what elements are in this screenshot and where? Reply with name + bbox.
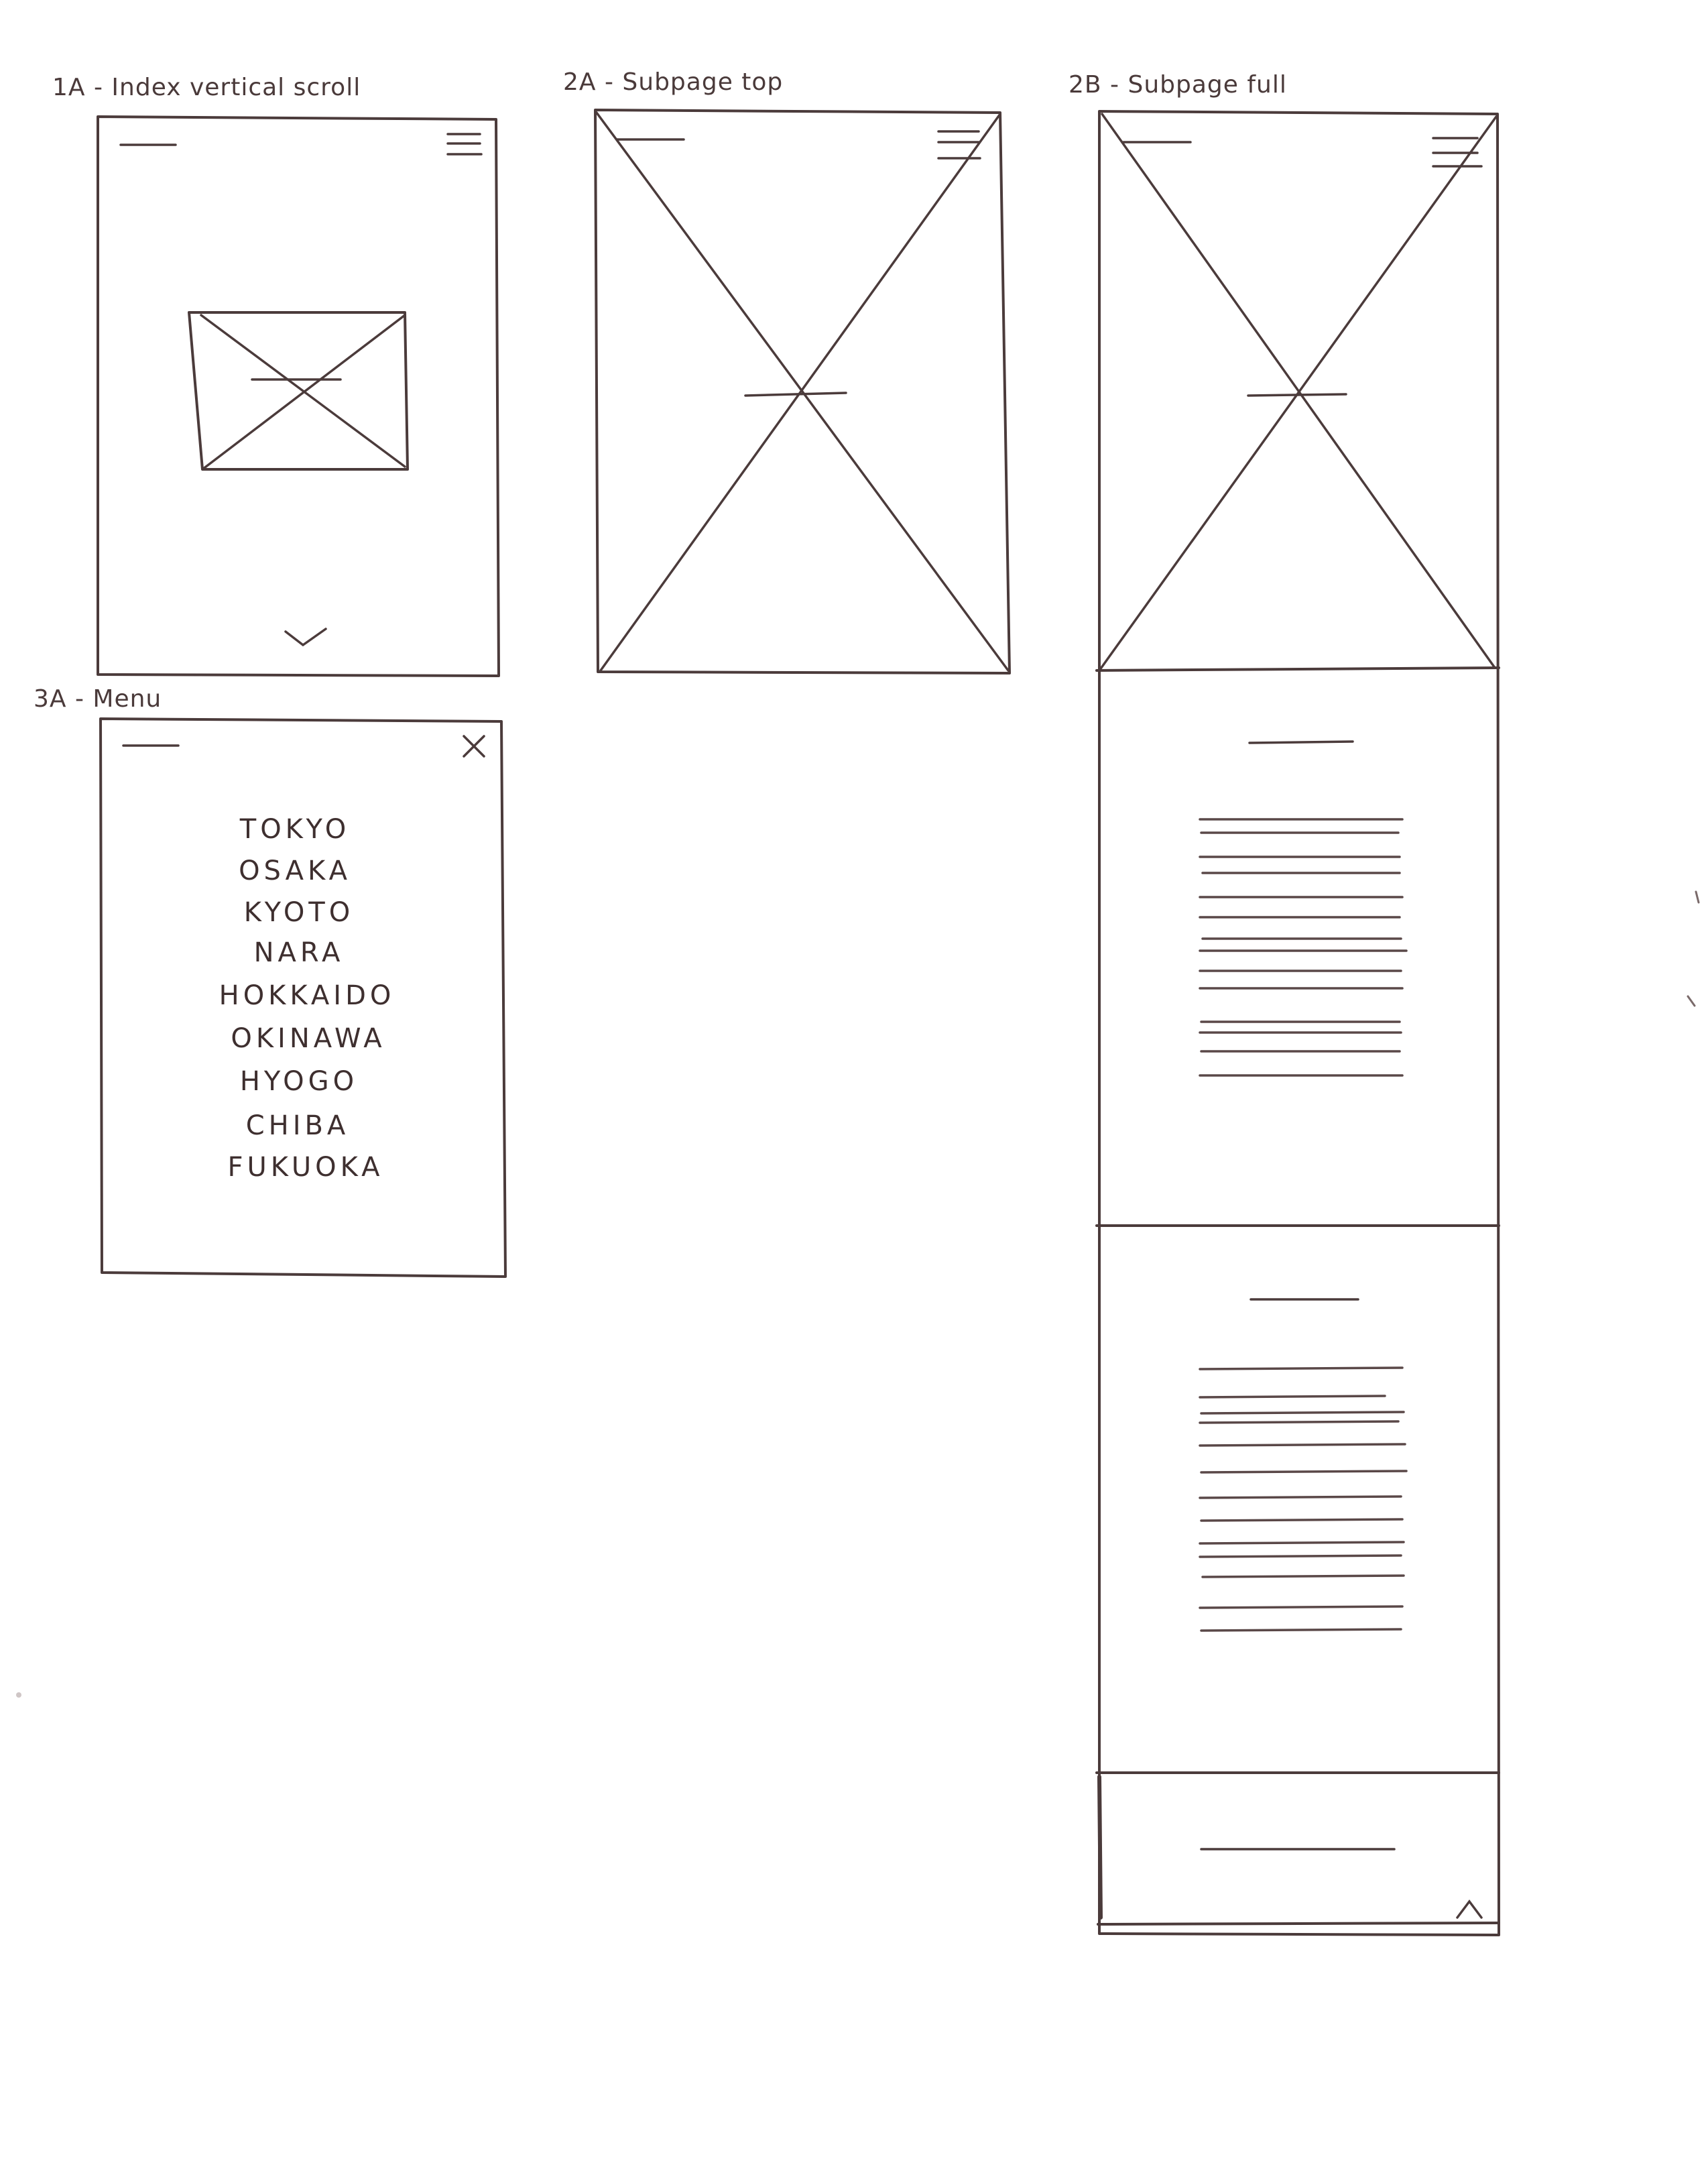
close-x-icon[interactable]	[463, 735, 485, 758]
menu-item-osaka[interactable]: OSAKA	[239, 856, 351, 886]
section-divider	[1095, 666, 1500, 672]
hero-title-line	[744, 392, 847, 397]
frame-2b-label: 2B - Subpage full	[1069, 71, 1287, 99]
frame-1a-label: 1A - Index vertical scroll	[52, 74, 361, 101]
menu-item-chiba[interactable]: CHIBA	[246, 1110, 350, 1141]
frame-2a-subpage-top: 2A - Subpage top	[563, 68, 1011, 674]
paragraph-lines	[1199, 818, 1408, 1077]
frame-2a-label: 2A - Subpage top	[563, 68, 783, 96]
menu-item-nara[interactable]: NARA	[254, 937, 345, 968]
scan-mark	[16, 1692, 21, 1698]
menu-item-tokyo[interactable]: TOKYO	[239, 814, 350, 845]
menu-item-hyogo[interactable]: HYOGO	[240, 1066, 358, 1097]
menu-item-kyoto[interactable]: KYOTO	[244, 897, 354, 928]
footer	[1095, 1771, 1500, 1926]
frame-3a-menu: 3A - Menu TOKYO OSAKA KYOTO NARA HOKKAID…	[34, 685, 507, 1278]
menu-item-okinawa[interactable]: OKINAWA	[231, 1023, 385, 1054]
hamburger-menu-icon[interactable]	[937, 130, 981, 160]
footer-bottom-border	[1097, 1922, 1500, 1926]
menu-list: TOKYO OSAKA KYOTO NARA HOKKAIDO OKINAWA …	[219, 814, 395, 1183]
content-section-2	[1199, 1298, 1408, 1632]
menu-item-fukuoka[interactable]: FUKUOKA	[227, 1152, 383, 1183]
hamburger-menu-icon[interactable]	[1432, 137, 1483, 168]
hero-title-line	[1247, 393, 1347, 397]
scan-mark	[1687, 995, 1696, 1007]
menu-item-hokkaido[interactable]: HOKKAIDO	[219, 980, 395, 1011]
chevron-up-icon[interactable]	[1456, 1899, 1483, 1919]
image-placeholder-icon	[188, 311, 409, 471]
frame-2b-subpage-full: 2B - Subpage full	[1069, 71, 1500, 1936]
section-heading-line	[1248, 740, 1354, 744]
hamburger-menu-icon[interactable]	[446, 133, 483, 156]
frame-2b-phone	[1098, 110, 1500, 1936]
paragraph-lines	[1199, 1366, 1408, 1632]
frame-1a-index: 1A - Index vertical scroll	[52, 74, 500, 677]
scan-mark	[1695, 890, 1700, 904]
content-section-1	[1199, 740, 1408, 1077]
chevron-down-icon[interactable]	[284, 628, 327, 647]
frame-3a-label: 3A - Menu	[34, 685, 162, 713]
wireframe-sketch-sheet: 1A - Index vertical scroll 2A - Subpage …	[16, 68, 1700, 1936]
